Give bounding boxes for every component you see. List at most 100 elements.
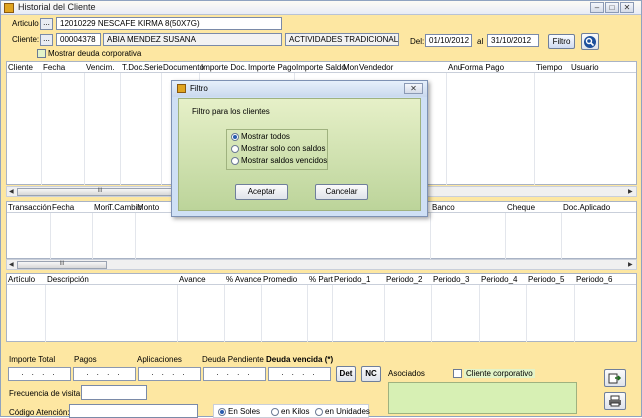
scroll-right-arrow[interactable]: ▶ [628, 188, 633, 195]
minimize-button[interactable]: – [590, 2, 604, 13]
units-kilos-label: en Kilos [281, 407, 310, 416]
col-divider [261, 285, 262, 342]
magnifier-icon [584, 36, 596, 48]
option-todos-label: Mostrar todos [241, 132, 290, 141]
cliente-corporativo-label: Cliente corporativo [464, 369, 535, 378]
col-mon[interactable]: Mon [343, 63, 359, 72]
pagos-hscrollbar[interactable]: ◀ III ▶ [6, 259, 637, 270]
col-periodo-4[interactable]: Periodo_4 [481, 275, 517, 284]
col-divider [84, 73, 85, 185]
col-transaccion[interactable]: Transacción [8, 203, 51, 212]
asociados-list[interactable] [388, 382, 577, 414]
importe-total-field: . . . . [8, 367, 71, 381]
scroll-left-arrow[interactable]: ◀ [9, 188, 14, 195]
option-vencidos-radio[interactable] [231, 157, 239, 165]
cancelar-button[interactable]: Cancelar [315, 184, 368, 200]
codigo-atencion-field[interactable] [69, 404, 198, 418]
col-descripcion[interactable]: Descripción [47, 275, 89, 284]
cliente-browse-button[interactable]: ... [40, 34, 53, 46]
scroll-thumb[interactable]: III [17, 261, 107, 269]
filter-options-group: Mostrar todos Mostrar solo con saldos Mo… [226, 129, 328, 170]
app-icon [4, 3, 14, 13]
col-divider [120, 73, 121, 185]
option-saldos-radio[interactable] [231, 145, 239, 153]
col-doc-aplicado[interactable]: Doc.Aplicado [563, 203, 610, 212]
col-serie[interactable]: Serie [144, 63, 163, 72]
close-button[interactable]: ✕ [620, 2, 634, 13]
cliente-corporativo-checkbox[interactable] [453, 369, 462, 378]
col-fecha[interactable]: Fecha [43, 63, 65, 72]
det-button[interactable]: Det [336, 366, 356, 382]
col-periodo-2[interactable]: Periodo_2 [386, 275, 422, 284]
col-monto[interactable]: Monto [137, 203, 159, 212]
col-banco[interactable]: Banco [432, 203, 455, 212]
col-divider [526, 285, 527, 342]
col-cheque[interactable]: Cheque [507, 203, 535, 212]
printer-icon [609, 395, 621, 407]
nc-button[interactable]: NC [361, 366, 381, 382]
search-button[interactable] [581, 33, 599, 50]
aplicaciones-label: Aplicaciones [137, 355, 182, 364]
col-importe-saldo[interactable]: Importe Saldo [296, 63, 346, 72]
export-button[interactable] [604, 369, 626, 387]
col-fecha[interactable]: Fecha [52, 203, 74, 212]
pagos-field: . . . . [73, 367, 136, 381]
dialog-title-bar: Filtro ✕ [172, 81, 427, 97]
col-usuario[interactable]: Usuario [571, 63, 599, 72]
col-importe-doc[interactable]: Importe Doc. [201, 63, 247, 72]
col-cliente[interactable]: Cliente [8, 63, 33, 72]
deuda-corporativa-checkbox[interactable] [37, 49, 46, 58]
frecuencia-field[interactable] [81, 385, 147, 400]
units-kilos-radio[interactable] [271, 408, 279, 416]
filtro-button[interactable]: Filtro [548, 34, 575, 49]
frecuencia-label: Frecuencia de visita [9, 389, 81, 398]
units-unidades-radio[interactable] [315, 408, 323, 416]
col-divider [479, 285, 480, 342]
dialog-close-button[interactable]: ✕ [404, 83, 423, 94]
col-divider [50, 213, 51, 259]
col-avance[interactable]: Avance [179, 275, 206, 284]
col-divider [135, 213, 136, 259]
col-pct-avance[interactable]: % Avance [226, 275, 261, 284]
dialog-subtitle: Filtro para los clientes [192, 107, 270, 116]
col-periodo-3[interactable]: Periodo_3 [433, 275, 469, 284]
scroll-right-arrow[interactable]: ▶ [628, 261, 633, 268]
col-vencim[interactable]: Vencim. [86, 63, 114, 72]
col-divider [384, 285, 385, 342]
articulo-browse-button[interactable]: ... [40, 18, 53, 30]
col-periodo-1[interactable]: Periodo_1 [334, 275, 370, 284]
dialog-icon [177, 84, 186, 93]
option-todos-radio[interactable] [231, 133, 239, 141]
col-documento[interactable]: Documento [163, 63, 204, 72]
col-promedio[interactable]: Promedio [263, 275, 297, 284]
col-divider [431, 285, 432, 342]
col-divider [534, 73, 535, 185]
importe-total-label: Importe Total [9, 355, 56, 364]
col-forma-pago[interactable]: Forma Pago [460, 63, 504, 72]
col-articulo[interactable]: Artículo [8, 275, 35, 284]
col-pct-part[interactable]: % Part [309, 275, 333, 284]
col-divider [41, 73, 42, 185]
units-soles-radio[interactable] [218, 408, 226, 416]
deuda-pendiente-label: Deuda Pendiente [202, 355, 264, 364]
scroll-thumb[interactable]: III [17, 188, 183, 196]
scroll-grip: III [59, 261, 65, 267]
col-tiempo[interactable]: Tiempo [536, 63, 562, 72]
aceptar-button[interactable]: Aceptar [235, 184, 288, 200]
col-vendedor[interactable]: Vendedor [359, 63, 393, 72]
date-from-field[interactable]: 01/10/2012 [425, 34, 472, 47]
scroll-left-arrow[interactable]: ◀ [9, 261, 14, 268]
col-periodo-6[interactable]: Periodo_6 [576, 275, 612, 284]
scroll-grip: III [97, 188, 103, 194]
col-periodo-5[interactable]: Periodo_5 [528, 275, 564, 284]
articulo-field[interactable]: 12010229 NESCAFE KIRMA 8(50X7G) [56, 17, 282, 30]
date-to-field[interactable]: 31/10/2012 [487, 34, 539, 47]
cliente-code-field[interactable]: 00004378 [56, 33, 101, 46]
print-button[interactable] [604, 392, 626, 410]
col-divider [177, 285, 178, 342]
col-tdoc[interactable]: T.Doc. [122, 63, 145, 72]
actividad-field: ACTIVIDADES TRADICIONALES [285, 33, 399, 46]
col-importe-pago[interactable]: Importe Pago [248, 63, 296, 72]
maximize-button[interactable]: □ [605, 2, 619, 13]
articulos-grid[interactable]: Artículo Descripción Avance % Avance Pro… [6, 273, 637, 342]
